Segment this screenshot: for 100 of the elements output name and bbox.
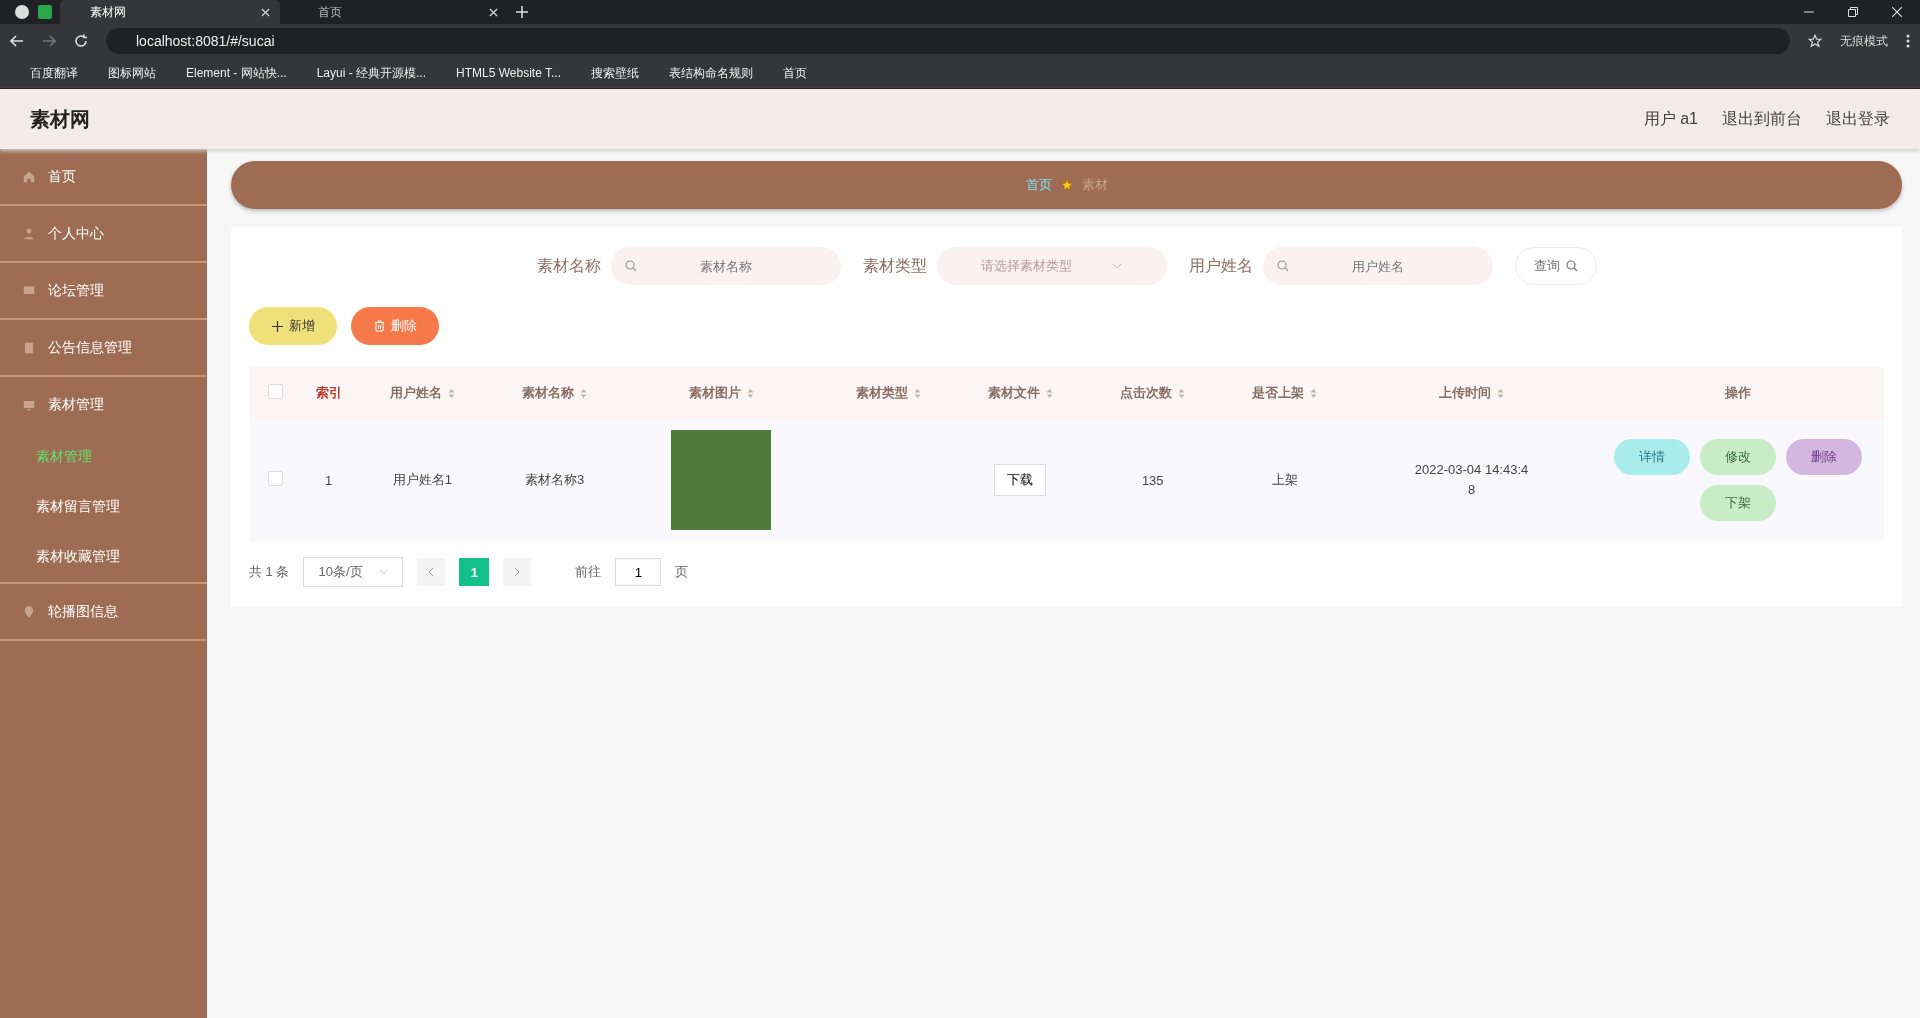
close-icon[interactable] [261, 7, 270, 17]
bookmark[interactable]: 首页 [783, 64, 807, 82]
bookmark[interactable]: 图标网站 [108, 64, 156, 82]
header-link[interactable]: 用户 a1 [1643, 108, 1698, 130]
back-arrow-icon[interactable] [10, 35, 24, 47]
caret-icon [379, 569, 389, 575]
sort-icon[interactable] [746, 388, 754, 400]
star-icon [1059, 178, 1074, 192]
sort-icon[interactable] [1178, 388, 1186, 400]
page-input[interactable]: 1 [615, 558, 662, 586]
next-page-button[interactable] [503, 558, 532, 586]
page-unit: 页 [675, 563, 689, 581]
field-label: 用户姓名 [1188, 255, 1253, 276]
delete-button[interactable]: 删除 [351, 307, 439, 345]
sort-icon[interactable] [913, 388, 921, 400]
total-count: 共 1 条 [249, 563, 290, 581]
star-icon[interactable] [1808, 34, 1822, 48]
sort-icon[interactable] [1497, 388, 1505, 400]
sort-icon[interactable] [1046, 388, 1053, 400]
breadcrumb-item: 素材 [1081, 176, 1108, 194]
edit-button[interactable]: 修改 [1700, 439, 1776, 475]
search-icon [624, 260, 637, 272]
download-button[interactable]: 下载 [994, 464, 1047, 496]
breadcrumb-item[interactable]: 首页 [1025, 176, 1052, 194]
pin-icon [22, 604, 36, 619]
bookmark[interactable]: 百度翻译 [30, 64, 78, 82]
bookmark[interactable]: 表结构命名规则 [669, 64, 753, 82]
close-icon[interactable] [1892, 7, 1902, 17]
chevron-right-icon [514, 567, 521, 577]
page-size-select[interactable]: 10条/页 [303, 557, 404, 587]
unshelf-button[interactable]: 下架 [1700, 485, 1776, 521]
chevron-left-icon [428, 567, 435, 577]
incognito-profile[interactable]: 无痕模式 [1840, 32, 1888, 50]
field-label: 素材名称 [536, 255, 601, 276]
goto-label: 前往 [575, 563, 602, 581]
search-icon [1276, 260, 1289, 272]
submenu-item[interactable]: 素材管理 [0, 432, 207, 482]
table-cell-text: 2022-03-04 14:43:48 [1413, 461, 1530, 499]
header-link[interactable]: 退出到前台 [1722, 108, 1802, 130]
add-button[interactable]: 新增 [249, 307, 337, 345]
home-icon [22, 169, 36, 184]
table-cell: 135 [1086, 419, 1219, 541]
checkbox[interactable] [267, 471, 283, 486]
search-icon [1565, 260, 1578, 272]
column-header[interactable]: 点击次数 [1086, 367, 1219, 419]
document-icon [22, 340, 36, 355]
submenu-item[interactable]: 素材收藏管理 [0, 532, 207, 582]
sidebar-item[interactable]: 素材管理 [0, 377, 207, 432]
search-field[interactable]: 用户姓名 [1262, 247, 1493, 285]
app-icon[interactable] [38, 5, 52, 19]
search-field[interactable]: 素材名称 [610, 247, 841, 285]
sidebar-item[interactable]: 公告信息管理 [0, 320, 207, 375]
submenu-item[interactable]: 素材留言管理 [0, 482, 207, 532]
site-title: 素材网 [30, 106, 90, 132]
sort-icon[interactable] [1310, 388, 1318, 400]
forward-arrow-icon[interactable] [42, 35, 56, 47]
column-header[interactable]: 用户姓名 [356, 367, 489, 419]
sidebar-item[interactable]: 首页 [0, 149, 207, 204]
minimize-icon[interactable] [1804, 11, 1814, 13]
field-label: 素材类型 [862, 255, 927, 276]
column-header[interactable]: 上传时间 [1351, 367, 1592, 419]
sidebar-item[interactable]: 轮播图信息 [0, 584, 207, 639]
detail-button[interactable]: 详情 [1614, 439, 1690, 475]
previous-page-button[interactable] [417, 558, 446, 586]
delete-button[interactable]: 删除 [1786, 439, 1862, 475]
address-bar[interactable]: localhost:8081/#/sucai [106, 28, 1790, 54]
globe-icon[interactable] [14, 4, 30, 20]
sort-icon[interactable] [447, 388, 455, 400]
column-header[interactable]: 素材文件 [954, 367, 1087, 419]
bookmark[interactable]: 搜索壁纸 [591, 64, 639, 82]
restore-icon[interactable] [1848, 7, 1858, 17]
sidebar-item[interactable]: 个人中心 [0, 206, 207, 261]
caret-icon [1112, 263, 1122, 269]
table-cell: 用户姓名1 [356, 419, 489, 541]
column-header[interactable]: 素材名称 [488, 367, 621, 419]
column-header: 操作 [1592, 367, 1884, 419]
sort-icon[interactable] [580, 388, 588, 400]
table-cell: 1 [301, 419, 357, 541]
search-button[interactable]: 查询 [1514, 247, 1597, 285]
column-header[interactable]: 素材类型 [822, 367, 955, 419]
column-header[interactable]: 素材图片 [620, 367, 823, 419]
bookmark[interactable]: Element - 网站快... [186, 64, 287, 82]
header-link[interactable]: 退出登录 [1826, 108, 1890, 130]
plus-icon [271, 320, 283, 332]
sidebar-item[interactable]: 论坛管理 [0, 263, 207, 318]
checkbox[interactable] [267, 384, 283, 399]
menu-icon[interactable] [1906, 34, 1910, 48]
browser-tab[interactable]: 首页 [288, 0, 508, 24]
close-icon[interactable] [489, 7, 498, 17]
select-field[interactable]: 请选择素材类型 [936, 247, 1167, 285]
bookmark[interactable]: Layui - 经典开源模... [316, 64, 427, 82]
column-header: 索引 [301, 367, 357, 419]
browser-tab[interactable]: 素材网 [60, 0, 280, 24]
new-tab-icon[interactable] [516, 6, 528, 18]
table-cell: 素材名称3 [488, 419, 621, 541]
bookmark[interactable]: HTML5 Website T... [456, 66, 561, 80]
person-icon [22, 226, 36, 241]
table-cell: 上架 [1218, 419, 1352, 541]
reload-icon[interactable] [74, 34, 88, 48]
column-header[interactable]: 是否上架 [1218, 367, 1352, 419]
